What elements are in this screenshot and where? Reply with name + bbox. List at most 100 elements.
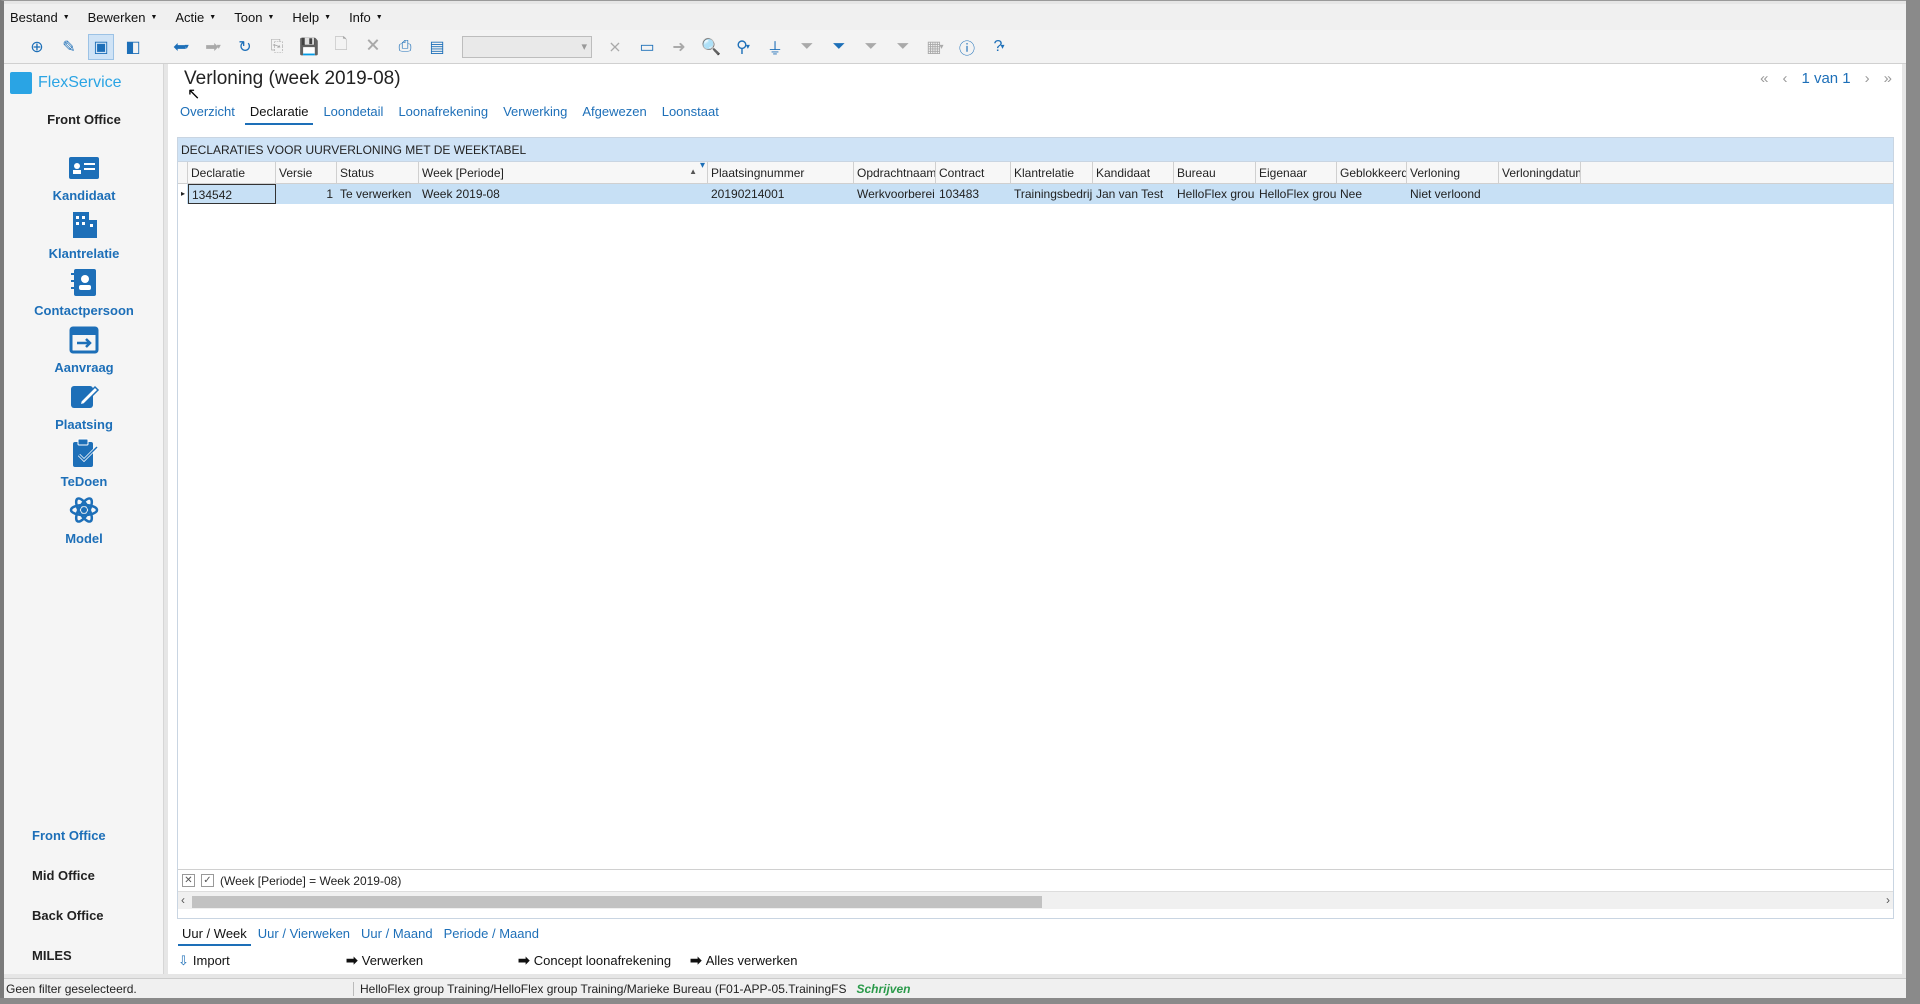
add-icon[interactable]: ⊕	[24, 34, 50, 60]
help-icon[interactable]: ? ▾	[986, 34, 1012, 60]
sidebar-item-aanvraag[interactable]: Aanvraag	[4, 324, 164, 375]
goto-arrow-icon[interactable]: ➜	[666, 34, 692, 60]
sidebar-item-contactpersoon[interactable]: Contactpersoon	[4, 267, 164, 318]
binoculars-icon[interactable]: ⚲ ▾	[730, 34, 756, 60]
column-header[interactable]: Kandidaat	[1093, 162, 1174, 183]
table-cell[interactable]: Werkvoorbereide	[854, 184, 936, 204]
sidebar-item-tedoen[interactable]: TeDoen	[4, 438, 164, 489]
filter-expression[interactable]: (Week [Periode] = Week 2019-08)	[220, 874, 401, 888]
scroll-left-icon[interactable]: ‹	[181, 893, 185, 907]
menu-actie[interactable]: Actie ▼	[175, 10, 216, 25]
tab-uur-vierweken[interactable]: Uur / Vierweken	[254, 926, 354, 946]
column-header[interactable]: Declaratie	[188, 162, 276, 183]
filter-enabled-checkbox[interactable]: ✓	[201, 874, 214, 887]
tab-periode-maand[interactable]: Periode / Maand	[440, 926, 543, 946]
sidebar-item-plaatsing[interactable]: Plaatsing	[4, 381, 164, 432]
table-cell[interactable]: Nee	[1337, 184, 1407, 204]
tab-afgewezen[interactable]: Afgewezen	[577, 104, 651, 125]
search-icon[interactable]: 🔍	[698, 34, 724, 60]
grid-header: Declaratie Versie Status Week [Periode] ▲…	[178, 162, 1893, 184]
first-page-icon[interactable]: «	[1760, 70, 1768, 87]
verwerken-button[interactable]: ➡ Verwerken	[346, 952, 518, 969]
filter-icon[interactable]: ⏷	[794, 34, 820, 60]
horizontal-scrollbar[interactable]: ‹ ›	[178, 891, 1893, 909]
filter-clear-icon[interactable]: ⏷	[890, 34, 916, 60]
tab-uur-week[interactable]: Uur / Week	[178, 926, 251, 946]
filter-select[interactable]	[462, 35, 592, 58]
column-header[interactable]: Contract	[936, 162, 1011, 183]
alles-verwerken-button[interactable]: ➡ Alles verwerken	[690, 952, 798, 969]
module-front-office[interactable]: Front Office	[32, 828, 106, 843]
column-header[interactable]: Versie	[276, 162, 337, 183]
scrollbar-thumb[interactable]	[192, 896, 1042, 908]
table-cell[interactable]: Week 2019-08	[419, 184, 708, 204]
table-cell[interactable]: Trainingsbedrijf	[1011, 184, 1093, 204]
clear-filter-icon[interactable]: ✕	[182, 874, 195, 887]
print-preview-icon[interactable]: ▤	[424, 34, 450, 60]
menu-bestand[interactable]: Bestand ▼	[10, 10, 70, 25]
refresh-icon[interactable]: ↻	[232, 34, 258, 60]
table-cell[interactable]: 1	[276, 184, 337, 204]
column-header-week[interactable]: Week [Periode] ▲ ▾	[419, 162, 708, 183]
column-header[interactable]: Bureau	[1174, 162, 1256, 183]
menu-toon[interactable]: Toon ▼	[234, 10, 274, 25]
column-header[interactable]: Status	[337, 162, 419, 183]
tab-overzicht[interactable]: Overzicht	[175, 104, 240, 125]
save-icon[interactable]: 💾	[296, 34, 322, 60]
column-header[interactable]: Verloning	[1407, 162, 1499, 183]
module-back-office[interactable]: Back Office	[32, 908, 104, 923]
column-header[interactable]: Geblokkeerd	[1337, 162, 1407, 183]
module-mid-office[interactable]: Mid Office	[32, 868, 95, 883]
sidebar-item-kandidaat[interactable]: Kandidaat	[4, 152, 164, 203]
delete-document-icon[interactable]: 🗙	[360, 34, 386, 60]
tab-loonstaat[interactable]: Loonstaat	[657, 104, 724, 125]
table-cell[interactable]: 20190214001	[708, 184, 854, 204]
revert-icon[interactable]: ⎘	[264, 34, 290, 60]
concept-loonafrekening-button[interactable]: ➡ Concept loonafrekening	[518, 952, 690, 969]
report-icon[interactable]: ▦ ▾	[922, 34, 948, 60]
table-cell[interactable]: HelloFlex group T	[1174, 184, 1256, 204]
column-header[interactable]: Plaatsingnummer	[708, 162, 854, 183]
menu-bewerken[interactable]: Bewerken ▼	[88, 10, 158, 25]
column-header[interactable]: Klantrelatie	[1011, 162, 1093, 183]
new-document-icon[interactable]: 🗋	[328, 34, 354, 60]
menu-info[interactable]: Info ▼	[349, 10, 383, 25]
tab-declaratie[interactable]: Declaratie	[244, 104, 314, 125]
tab-loondetail[interactable]: Loondetail	[318, 104, 388, 125]
sidebar-item-model[interactable]: Model	[4, 495, 164, 546]
table-cell[interactable]: HelloFlex group T	[1256, 184, 1337, 204]
table-cell[interactable]: Jan van Test	[1093, 184, 1174, 204]
tab-loonafrekening[interactable]: Loonafrekening	[393, 104, 493, 125]
filter-edit-icon[interactable]: ⏷	[826, 34, 852, 60]
tab-verwerking[interactable]: Verwerking	[498, 104, 572, 125]
table-cell[interactable]: Niet verloond	[1407, 184, 1499, 204]
column-header[interactable]: Verloningdatum	[1499, 162, 1581, 183]
window-icon[interactable]: ▭	[634, 34, 660, 60]
table-cell[interactable]: 134542	[188, 184, 276, 204]
module-miles[interactable]: MILES	[32, 948, 72, 963]
table-cell[interactable]: Te verwerken	[337, 184, 419, 204]
filter-remove-icon[interactable]: ⏷	[858, 34, 884, 60]
next-page-icon[interactable]: ›	[1865, 70, 1870, 87]
form-view-icon[interactable]: ▣	[88, 33, 114, 60]
table-cell[interactable]: 103483	[936, 184, 1011, 204]
menu-help[interactable]: Help ▼	[292, 10, 331, 25]
import-button[interactable]: ⇩ Import	[178, 952, 346, 969]
scroll-right-icon[interactable]: ›	[1886, 893, 1890, 907]
column-header[interactable]: Eigenaar	[1256, 162, 1337, 183]
tab-uur-maand[interactable]: Uur / Maand	[357, 926, 437, 946]
forward-arrow-icon[interactable]: ➡ ▾	[200, 34, 226, 60]
split-view-icon[interactable]: ◧	[120, 34, 146, 60]
previous-page-icon[interactable]: ‹	[1782, 70, 1787, 87]
back-arrow-icon[interactable]: ⬅ ▾	[168, 34, 194, 60]
filter-add-icon[interactable]: ⏚	[762, 34, 788, 60]
info-icon[interactable]: ⓘ	[954, 34, 980, 60]
print-icon[interactable]: ⎙	[392, 34, 418, 60]
table-row[interactable]: ▸ 134542 1 Te verwerken Week 2019-08 201…	[178, 184, 1893, 204]
table-cell[interactable]	[1499, 184, 1581, 204]
last-page-icon[interactable]: »	[1884, 70, 1892, 87]
clear-filter-icon[interactable]: ⨯	[602, 34, 628, 60]
sidebar-item-klantrelatie[interactable]: Klantrelatie	[4, 210, 164, 261]
edit-icon[interactable]: ✎	[56, 34, 82, 60]
column-header[interactable]: Opdrachtnaam	[854, 162, 936, 183]
